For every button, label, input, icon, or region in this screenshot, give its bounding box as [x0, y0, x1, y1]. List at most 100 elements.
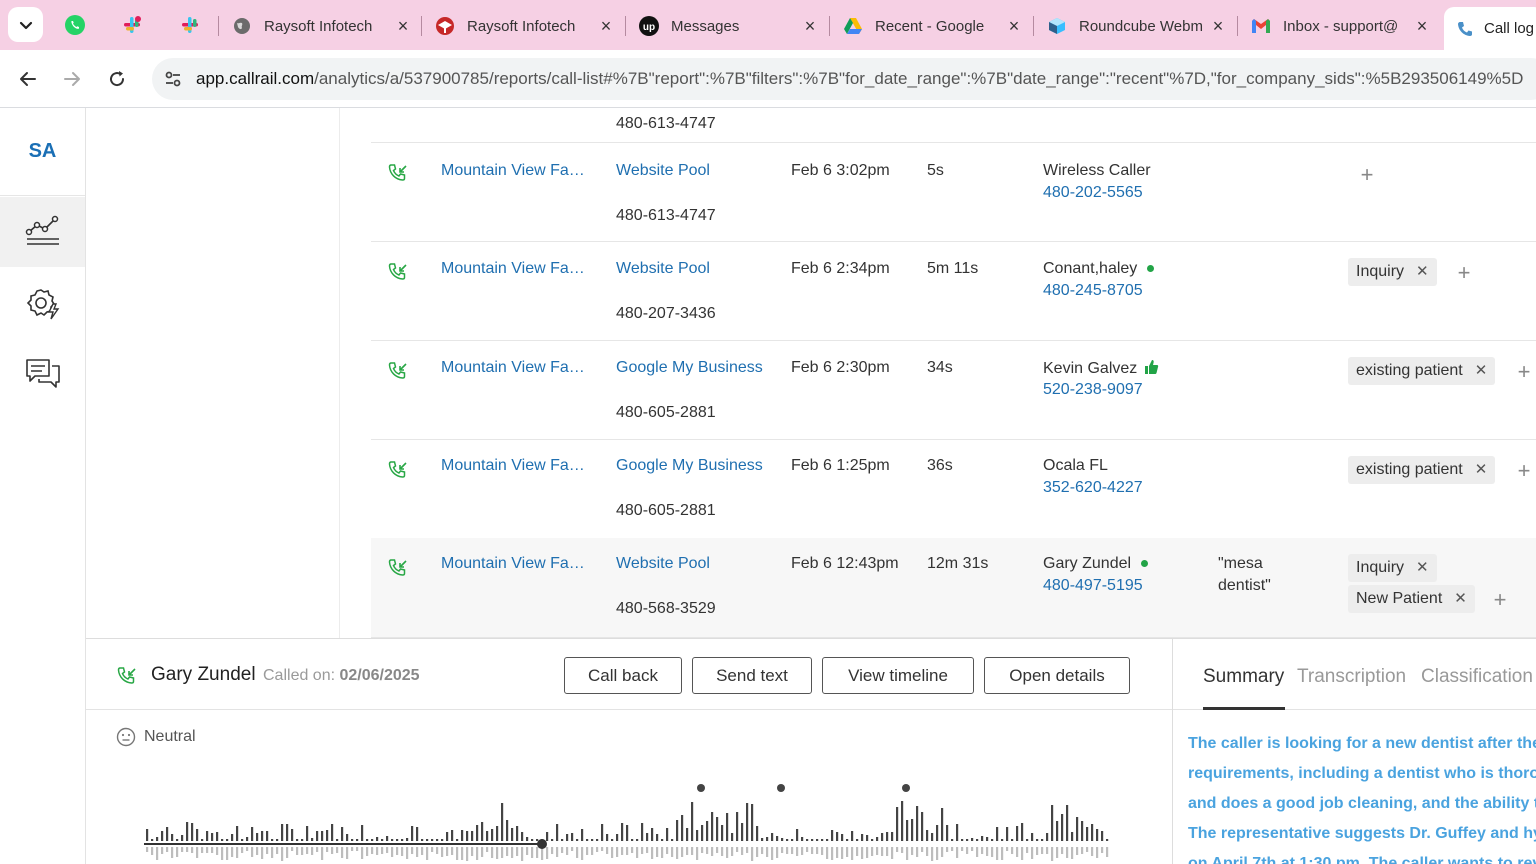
add-tag-button[interactable]: + — [1357, 164, 1377, 186]
close-tab-icon[interactable]: × — [1209, 17, 1227, 35]
remove-tag-icon[interactable]: ✕ — [1454, 590, 1467, 607]
source-link[interactable]: Website Pool — [616, 162, 710, 180]
add-tag-button[interactable]: + — [1490, 589, 1510, 611]
company-link[interactable]: Mountain View Fa… — [441, 359, 585, 377]
waveform-bar — [286, 824, 289, 841]
call-time: Feb 6 12:43pm — [791, 555, 899, 572]
tab-classification[interactable]: Classification — [1421, 666, 1533, 688]
account-logo[interactable]: SA — [0, 108, 85, 196]
waveform-bar — [386, 847, 389, 853]
source-link[interactable]: Website Pool — [616, 260, 710, 278]
caller-number[interactable]: 480-497-5195 — [1043, 577, 1143, 595]
remove-tag-icon[interactable]: ✕ — [1475, 461, 1488, 478]
table-row[interactable]: 480-613-4747 — [371, 108, 1536, 143]
waveform-bar — [411, 847, 414, 854]
waveform-bar — [421, 847, 424, 855]
remove-tag-icon[interactable]: ✕ — [1416, 263, 1429, 280]
waveform-bar — [936, 825, 939, 841]
caller-number[interactable]: 480-202-5565 — [1043, 184, 1143, 202]
source-link[interactable]: Website Pool — [616, 555, 710, 573]
waveform-bar — [1051, 847, 1054, 861]
waveform-bar — [1081, 821, 1084, 841]
reload-button[interactable] — [102, 64, 132, 94]
tab-search-button[interactable] — [8, 7, 43, 42]
pinned-tab-slack-2[interactable] — [175, 10, 205, 40]
arrow-left-icon — [20, 72, 36, 86]
waveform-bar — [611, 839, 614, 841]
tab-messages[interactable]: up Messages × — [639, 6, 819, 46]
waveform-bar — [651, 828, 654, 841]
tab-call-log[interactable]: Call log — [1444, 7, 1536, 50]
close-tab-icon[interactable]: × — [1005, 17, 1023, 35]
table-row[interactable]: Mountain View Fa… Website Pool 480-613-4… — [371, 143, 1536, 242]
keyword-marker[interactable] — [902, 784, 910, 792]
waveform-bar — [976, 839, 979, 841]
waveform-bar — [571, 847, 574, 851]
company-link[interactable]: Mountain View Fa… — [441, 162, 585, 180]
caller-name: Gary Zundel — [1043, 555, 1149, 573]
company-link[interactable]: Mountain View Fa… — [441, 457, 585, 475]
waveform-bar — [151, 847, 154, 855]
tab-raysoft-1[interactable]: Raysoft Infotech × — [232, 6, 412, 46]
waveform-bar — [1036, 847, 1039, 855]
table-row[interactable]: Mountain View Fa… Website Pool 480-568-3… — [371, 538, 1536, 638]
sidebar-item-analytics[interactable] — [0, 197, 85, 267]
caller-number[interactable]: 352-620-4227 — [1043, 479, 1143, 497]
caller-number[interactable]: 520-238-9097 — [1043, 381, 1143, 399]
tab-roundcube[interactable]: Roundcube Webm × — [1047, 6, 1227, 46]
waveform-bar — [791, 839, 794, 841]
company-link[interactable]: Mountain View Fa… — [441, 260, 585, 278]
sidebar-item-conversations[interactable] — [0, 338, 85, 408]
close-tab-icon[interactable]: × — [597, 17, 615, 35]
call-back-button[interactable]: Call back — [564, 657, 682, 694]
tab-title: Inbox - support@ — [1283, 17, 1399, 35]
view-timeline-button[interactable]: View timeline — [822, 657, 974, 694]
add-tag-button[interactable]: + — [1514, 361, 1534, 383]
sidebar-item-settings[interactable] — [0, 268, 85, 338]
source-link[interactable]: Google My Business — [616, 457, 763, 475]
summary-line: requirements, including a dentist who is… — [1188, 765, 1536, 782]
site-info-icon[interactable] — [162, 68, 184, 90]
table-row[interactable]: Mountain View Fa… Google My Business 480… — [371, 341, 1536, 440]
playhead-handle[interactable] — [537, 839, 547, 849]
waveform-bar — [196, 829, 199, 841]
close-tab-icon[interactable]: × — [1413, 17, 1431, 35]
address-bar[interactable]: app.callrail.com/analytics/a/537900785/r… — [152, 58, 1536, 100]
waveform-bar — [1076, 817, 1079, 841]
caller-number[interactable]: 480-245-8705 — [1043, 282, 1143, 300]
whatsapp-icon — [65, 15, 85, 35]
close-tab-icon[interactable]: × — [801, 17, 819, 35]
waveform-bar — [571, 833, 574, 841]
remove-tag-icon[interactable]: ✕ — [1475, 362, 1488, 379]
keyword-marker[interactable] — [697, 784, 705, 792]
table-row[interactable]: Mountain View Fa… Website Pool 480-207-3… — [371, 242, 1536, 341]
remove-tag-icon[interactable]: ✕ — [1416, 559, 1429, 576]
source-link[interactable]: Google My Business — [616, 359, 763, 377]
waveform-bar — [711, 812, 714, 841]
waveform-bar — [1066, 805, 1069, 841]
pinned-tab-whatsapp[interactable] — [60, 10, 90, 40]
waveform-bar — [321, 831, 324, 841]
close-tab-icon[interactable]: × — [394, 17, 412, 35]
call-audio-waveform[interactable] — [144, 779, 1124, 864]
waveform-bar — [506, 847, 509, 856]
send-text-button[interactable]: Send text — [692, 657, 812, 694]
tab-google-drive[interactable]: Recent - Google × — [843, 6, 1023, 46]
company-link[interactable]: Mountain View Fa… — [441, 555, 585, 573]
table-row[interactable]: Mountain View Fa… Google My Business 480… — [371, 440, 1536, 539]
pinned-tab-slack-1[interactable] — [117, 10, 147, 40]
tab-summary[interactable]: Summary — [1203, 666, 1284, 688]
tab-raysoft-2[interactable]: Raysoft Infotech × — [435, 6, 615, 46]
waveform-bar — [266, 831, 269, 841]
open-details-button[interactable]: Open details — [984, 657, 1130, 694]
add-tag-button[interactable]: + — [1514, 460, 1534, 482]
add-tag-button[interactable]: + — [1454, 262, 1474, 284]
forward-button[interactable] — [57, 64, 87, 94]
back-button[interactable] — [13, 64, 43, 94]
keyword-marker[interactable] — [777, 784, 785, 792]
waveform-bar — [941, 847, 944, 857]
waveform-bar — [226, 847, 229, 860]
tab-transcription[interactable]: Transcription — [1297, 666, 1406, 688]
tab-gmail[interactable]: Inbox - support@ × — [1251, 6, 1431, 46]
waveform-bar — [376, 847, 379, 855]
